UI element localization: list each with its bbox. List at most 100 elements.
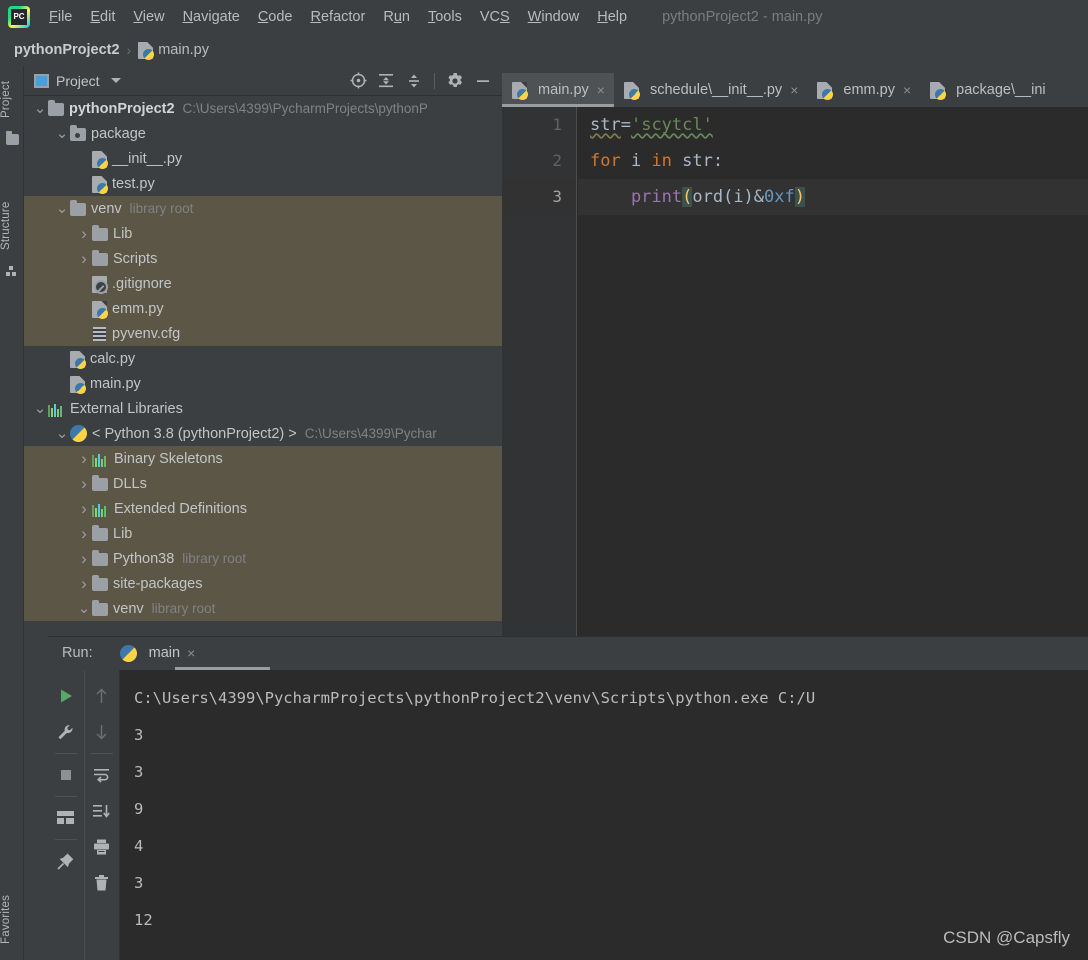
folder-icon [92, 550, 108, 566]
tree-row-label: Lib [113, 225, 133, 242]
tree-row[interactable]: main.py [24, 371, 502, 396]
close-icon[interactable]: × [597, 82, 605, 98]
tree-row-label: main.py [90, 375, 141, 392]
menu-code[interactable]: Code [249, 7, 302, 27]
tree-row[interactable]: emm.py [24, 296, 502, 321]
chevron-down-icon[interactable]: ⌄ [54, 421, 70, 446]
arrow-up-icon[interactable] [87, 678, 117, 714]
tree-row[interactable]: › Lib [24, 521, 502, 546]
tree-row[interactable]: ⌄ venv library root [24, 196, 502, 221]
arrow-down-icon[interactable] [87, 714, 117, 750]
tool-tab-project[interactable]: Project [0, 70, 24, 128]
code-editor[interactable]: 123 str='scytcl' for i in str: print(ord… [502, 107, 1088, 636]
editor-tab[interactable]: emm.py × [807, 73, 920, 107]
expand-all-icon[interactable] [373, 69, 399, 93]
tree-row[interactable]: › Extended Definitions [24, 496, 502, 521]
chevron-down-icon[interactable]: ⌄ [32, 396, 48, 421]
tree-row[interactable]: › Lib [24, 221, 502, 246]
tree-row[interactable]: __init__.py [24, 146, 502, 171]
menu-vcs[interactable]: VCS [471, 7, 519, 27]
chevron-right-icon[interactable]: › [76, 496, 92, 521]
editor-tab-bar[interactable]: main.py × schedule\__init__.py × emm.py × pack… [502, 73, 1088, 107]
menu-navigate[interactable]: Navigate [174, 7, 249, 27]
menu-edit[interactable]: Edit [81, 7, 124, 27]
close-icon[interactable]: × [790, 82, 798, 98]
chevron-right-icon[interactable]: › [76, 571, 92, 596]
left-tool-strip: Project Structure Favorites [0, 66, 24, 960]
tool-tab-structure[interactable]: Structure [0, 190, 24, 262]
menu-refactor[interactable]: Refactor [302, 7, 375, 27]
trash-clear-icon[interactable] [87, 865, 117, 901]
tree-row[interactable]: calc.py [24, 346, 502, 371]
tree-row[interactable]: ⌄ package [24, 121, 502, 146]
tree-row[interactable]: › DLLs [24, 471, 502, 496]
editor-code-area[interactable]: str='scytcl' for i in str: print(ord(i)&… [578, 107, 1088, 636]
chevron-down-icon[interactable]: ⌄ [32, 96, 48, 121]
code-line-3[interactable]: print(ord(i)&0xf) [578, 179, 1088, 215]
menu-file[interactable]: File [40, 7, 81, 27]
tool-tab-favorites[interactable]: Favorites [0, 884, 24, 954]
run-tab[interactable]: main × [119, 644, 195, 662]
chevron-down-icon[interactable]: ⌄ [76, 596, 92, 621]
tree-row[interactable]: ⌄ pythonProject2 C:\Users\4399\PycharmProj… [24, 96, 502, 121]
structure-icon[interactable] [6, 266, 19, 277]
project-tree[interactable]: ⌄ pythonProject2 C:\Users\4399\PycharmProj… [24, 96, 502, 636]
code-line-1[interactable]: str='scytcl' [578, 107, 1088, 143]
menu-run[interactable]: Run [374, 7, 419, 27]
close-icon[interactable]: × [187, 645, 195, 661]
wrench-settings-icon[interactable] [51, 714, 81, 750]
menu-window[interactable]: Window [519, 7, 589, 27]
chevron-right-icon[interactable]: › [76, 221, 92, 246]
layout-grid-icon[interactable] [51, 800, 81, 836]
toolbar-divider [54, 796, 77, 797]
tree-row[interactable]: › Binary Skeletons [24, 446, 502, 471]
print-icon[interactable] [87, 829, 117, 865]
soft-wrap-icon[interactable] [87, 757, 117, 793]
menu-help[interactable]: Help [588, 7, 636, 27]
run-console-output[interactable]: C:\Users\4399\PycharmProjects\pythonProj… [120, 670, 1088, 960]
tree-row[interactable]: ⌄ External Libraries [24, 396, 502, 421]
chevron-down-icon[interactable]: ⌄ [54, 196, 70, 221]
gutter-line-number[interactable]: 2 [502, 143, 576, 179]
gutter-line-number[interactable]: 1 [502, 107, 576, 143]
editor-gutter[interactable]: 123 [502, 107, 577, 636]
tree-row[interactable]: ⌄ venv library root [24, 596, 502, 621]
locate-file-icon[interactable] [345, 69, 371, 93]
tree-row[interactable]: .gitignore [24, 271, 502, 296]
pin-tab-icon[interactable] [51, 843, 81, 879]
hide-panel-icon[interactable] [470, 69, 496, 93]
tree-row[interactable]: ⌄ < Python 3.8 (pythonProject2) > C:\Users… [24, 421, 502, 446]
rerun-play-icon[interactable] [51, 678, 81, 714]
run-toolbar [48, 670, 120, 960]
chevron-right-icon[interactable]: › [76, 471, 92, 496]
folder-icon[interactable] [6, 131, 19, 145]
chevron-down-icon[interactable] [110, 78, 121, 83]
scroll-to-end-icon[interactable] [87, 793, 117, 829]
settings-gear-icon[interactable] [442, 69, 468, 93]
library-icon [92, 453, 109, 467]
tree-row[interactable]: › Python38 library root [24, 546, 502, 571]
tree-row[interactable]: › site-packages [24, 571, 502, 596]
menu-view[interactable]: View [124, 7, 173, 27]
code-line-2[interactable]: for i in str: [578, 143, 1088, 179]
breadcrumb-project[interactable]: pythonProject2 [14, 42, 120, 58]
chevron-down-icon[interactable]: ⌄ [54, 121, 70, 146]
tree-row[interactable]: pyvenv.cfg [24, 321, 502, 346]
breadcrumb-file[interactable]: main.py [158, 42, 209, 58]
console-output-line: 3 [134, 874, 144, 892]
menu-tools[interactable]: Tools [419, 7, 471, 27]
collapse-all-icon[interactable] [401, 69, 427, 93]
tree-row[interactable]: › Scripts [24, 246, 502, 271]
editor-tab[interactable]: schedule\__init__.py × [614, 73, 807, 107]
editor-tab[interactable]: package\__ini [920, 73, 1055, 107]
editor-tab[interactable]: main.py × [502, 73, 614, 107]
close-icon[interactable]: × [903, 82, 911, 98]
gutter-line-number[interactable]: 3 [502, 179, 576, 215]
chevron-right-icon[interactable]: › [76, 546, 92, 571]
chevron-right-icon[interactable]: › [76, 246, 92, 271]
chevron-right-icon[interactable]: › [76, 446, 92, 471]
library-icon [92, 503, 109, 517]
tree-row[interactable]: test.py [24, 171, 502, 196]
stop-square-icon[interactable] [51, 757, 81, 793]
chevron-right-icon[interactable]: › [76, 521, 92, 546]
